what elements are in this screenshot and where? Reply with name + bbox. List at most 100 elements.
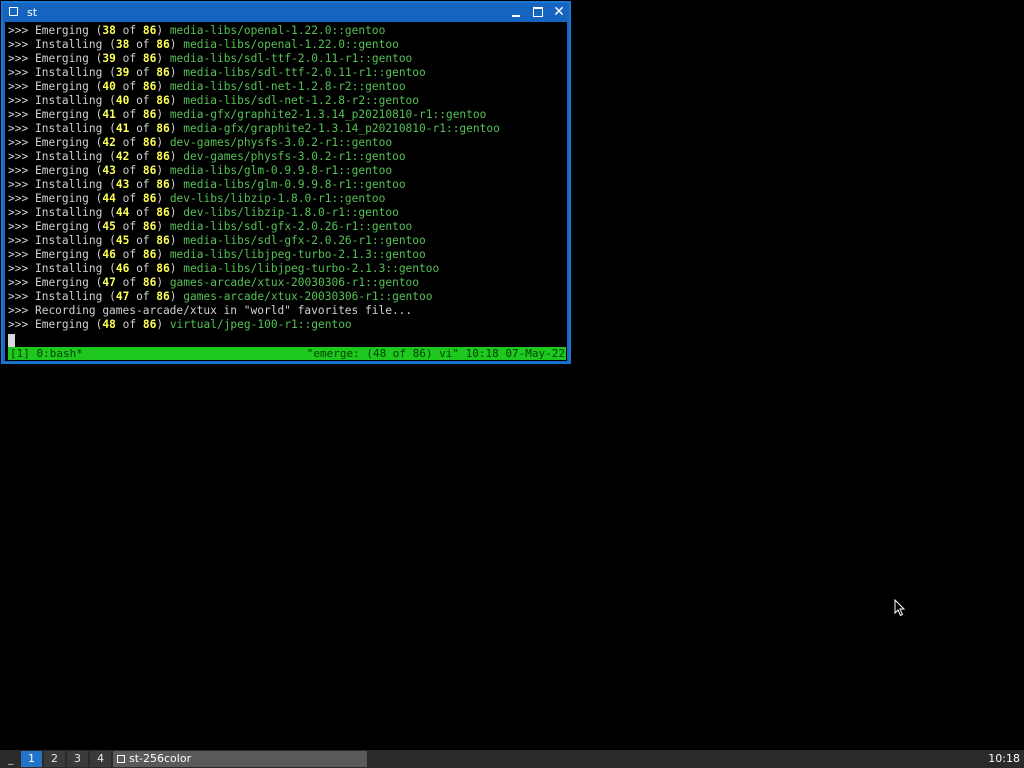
line-open-paren: (	[109, 94, 116, 107]
line-package: media-libs/openal-1.22.0::gentoo	[169, 24, 386, 37]
line-action: Emerging	[34, 248, 89, 261]
line-package: media-libs/libjpeg-turbo-2.1.3::gentoo	[183, 262, 440, 275]
line-close-paren: )	[169, 94, 177, 107]
line-package: media-libs/sdl-gfx-2.0.26-r1::gentoo	[169, 220, 413, 233]
terminal-line: >>> Installing (44 of 86) dev-libs/libzi…	[8, 206, 500, 220]
line-of: of	[122, 220, 137, 233]
line-of: of	[122, 136, 137, 149]
line-current-count: 46	[102, 248, 116, 261]
terminal-window[interactable]: st ✕ >>> Emerging (38 of 86) media-libs/…	[1, 1, 571, 364]
window-menu-icon[interactable]	[9, 7, 18, 16]
line-close-paren: )	[169, 66, 177, 79]
line-action: Emerging	[34, 136, 89, 149]
line-close-paren: )	[156, 164, 164, 177]
line-package: media-libs/sdl-gfx-2.0.26-r1::gentoo	[183, 234, 426, 247]
line-close-paren: )	[156, 52, 164, 65]
taskbar-task-st[interactable]: st-256color	[113, 751, 367, 767]
terminal-line: >>> Emerging (45 of 86) media-libs/sdl-g…	[8, 220, 500, 234]
terminal-content[interactable]: >>> Emerging (38 of 86) media-libs/opena…	[5, 22, 567, 361]
line-prompt: >>>	[8, 150, 29, 163]
line-of: of	[122, 192, 137, 205]
line-of: of	[122, 24, 137, 37]
terminal-output: >>> Emerging (38 of 86) media-libs/opena…	[8, 24, 500, 332]
line-of: of	[136, 290, 150, 303]
line-package: dev-games/physfs-3.0.2-r1::gentoo	[169, 136, 393, 149]
line-current-count: 40	[102, 80, 116, 93]
text-cursor	[8, 334, 15, 347]
workspace-3-button[interactable]: 3	[67, 751, 88, 767]
line-prompt: >>>	[8, 94, 29, 107]
line-package: media-libs/glm-0.9.9.8-r1::gentoo	[169, 164, 393, 177]
line-of: of	[136, 262, 150, 275]
terminal-line: >>> Emerging (40 of 86) media-libs/sdl-n…	[8, 80, 500, 94]
line-current-count: 38	[102, 24, 116, 37]
line-of: of	[136, 94, 150, 107]
line-total-count: 86	[156, 262, 170, 275]
line-package: dev-libs/libzip-1.8.0-r1::gentoo	[169, 192, 386, 205]
tmux-status-right: "emerge: (48 of 86) vi" 10:18 07-May-22	[306, 347, 565, 360]
terminal-line: >>> Emerging (42 of 86) dev-games/physfs…	[8, 136, 500, 150]
terminal-line: >>> Installing (47 of 86) games-arcade/x…	[8, 290, 500, 304]
line-close-paren: )	[169, 234, 177, 247]
minimize-icon	[512, 15, 520, 17]
line-action: Recording games-arcade/xtux in "world" f…	[34, 304, 413, 317]
maximize-button[interactable]	[529, 4, 547, 20]
line-prompt: >>>	[8, 290, 29, 303]
line-total-count: 86	[142, 136, 157, 149]
terminal-line: >>> Installing (43 of 86) media-libs/glm…	[8, 178, 500, 192]
tmux-window-list: [1] 0:bash*	[10, 347, 83, 360]
line-package: media-gfx/graphite2-1.3.14_p20210810-r1:…	[169, 108, 487, 121]
line-prompt: >>>	[8, 164, 29, 177]
workspace-2-button[interactable]: 2	[44, 751, 65, 767]
line-open-paren: (	[109, 206, 116, 219]
line-close-paren: )	[156, 192, 164, 205]
line-current-count: 39	[102, 52, 116, 65]
line-current-count: 45	[115, 234, 130, 247]
line-action: Emerging	[34, 220, 89, 233]
line-close-paren: )	[156, 220, 164, 233]
line-prompt: >>>	[8, 192, 29, 205]
terminal-line: >>> Emerging (48 of 86) virtual/jpeg-100…	[8, 318, 500, 332]
line-close-paren: )	[169, 290, 177, 303]
line-current-count: 41	[102, 108, 116, 121]
line-current-count: 47	[115, 290, 130, 303]
line-total-count: 86	[156, 150, 170, 163]
line-package: media-libs/sdl-ttf-2.0.11-r1::gentoo	[169, 52, 413, 65]
line-package: dev-libs/libzip-1.8.0-r1::gentoo	[183, 206, 399, 219]
minimize-button[interactable]	[507, 4, 525, 20]
line-total-count: 86	[142, 248, 157, 261]
line-prompt: >>>	[8, 234, 29, 247]
line-prompt: >>>	[8, 248, 29, 261]
terminal-line: >>> Emerging (46 of 86) media-libs/libjp…	[8, 248, 500, 262]
line-package: media-libs/libjpeg-turbo-2.1.3::gentoo	[169, 248, 426, 261]
line-open-paren: (	[109, 66, 116, 79]
line-action: Installing	[34, 290, 103, 303]
close-button[interactable]: ✕	[550, 4, 568, 20]
line-of: of	[122, 318, 137, 331]
line-of: of	[122, 108, 137, 121]
terminal-line: >>> Emerging (43 of 86) media-libs/glm-0…	[8, 164, 500, 178]
line-current-count: 41	[115, 122, 130, 135]
line-current-count: 40	[115, 94, 130, 107]
line-close-paren: )	[169, 150, 177, 163]
window-title: st	[27, 6, 38, 19]
line-open-paren: (	[109, 178, 116, 191]
line-package: games-arcade/xtux-20030306-r1::gentoo	[183, 290, 433, 303]
line-open-paren: (	[109, 262, 116, 275]
line-current-count: 39	[115, 66, 130, 79]
line-action: Installing	[34, 38, 103, 51]
workspace-1-button[interactable]: 1	[21, 751, 42, 767]
line-action: Installing	[34, 206, 103, 219]
maximize-icon	[533, 7, 543, 17]
line-prompt: >>>	[8, 24, 29, 37]
terminal-line: >>> Installing (38 of 86) media-libs/ope…	[8, 38, 500, 52]
terminal-line: >>> Installing (46 of 86) media-libs/lib…	[8, 262, 500, 276]
line-total-count: 86	[142, 108, 157, 121]
line-total-count: 86	[142, 192, 157, 205]
terminal-line: >>> Emerging (39 of 86) media-libs/sdl-t…	[8, 52, 500, 66]
window-icon	[117, 755, 125, 763]
line-of: of	[122, 52, 137, 65]
workspace-4-button[interactable]: 4	[90, 751, 111, 767]
terminal-line: >>> Installing (40 of 86) media-libs/sdl…	[8, 94, 500, 108]
window-titlebar[interactable]: st ✕	[3, 3, 569, 22]
